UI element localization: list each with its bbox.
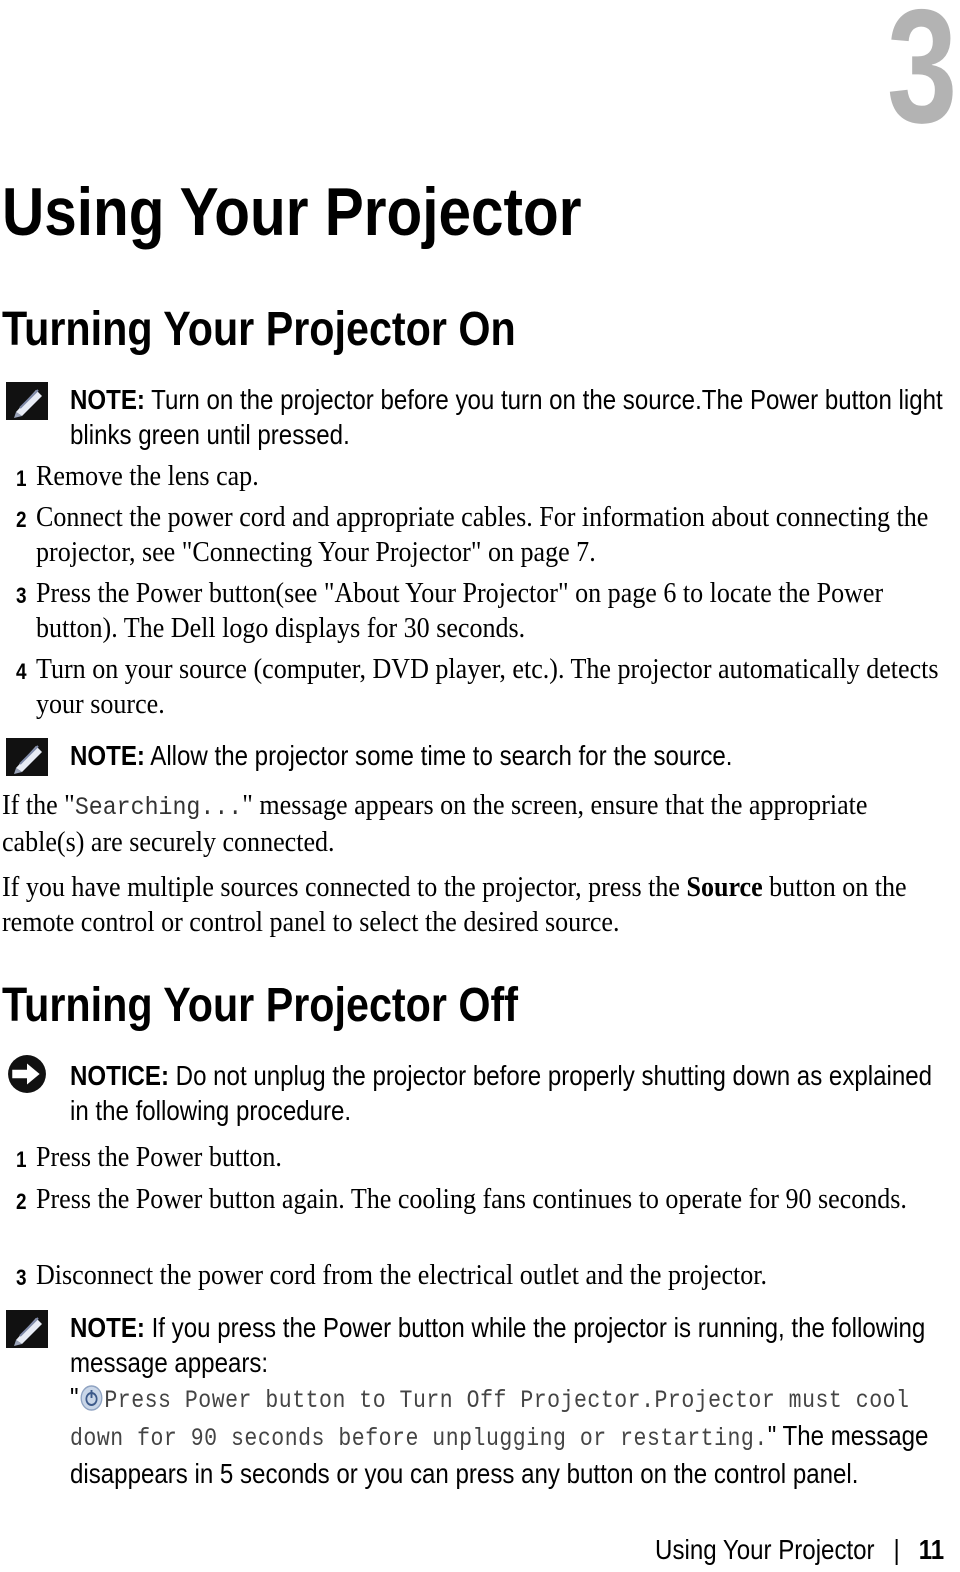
chapter-title: Using Your Projector bbox=[2, 174, 582, 250]
chapter-number: 3 bbox=[886, 0, 957, 157]
pencil-note-icon bbox=[6, 382, 48, 420]
notice-label: NOTICE: bbox=[70, 1060, 169, 1091]
note-text: Turn on the projector before you turn on… bbox=[70, 384, 943, 450]
power-icon bbox=[80, 1385, 103, 1411]
arrow-notice-icon bbox=[8, 1055, 46, 1093]
section-heading-turning-on: Turning Your Projector On bbox=[2, 303, 516, 356]
note-text: If you press the Power button while the … bbox=[70, 1312, 926, 1378]
page-number: 11 bbox=[918, 1534, 944, 1565]
note-text: Allow the projector some time to search … bbox=[144, 740, 733, 771]
footer-title: Using Your Projector bbox=[654, 1534, 875, 1565]
paragraph-text: If you have multiple sources connected t… bbox=[2, 872, 687, 903]
section-heading-turning-off: Turning Your Projector Off bbox=[2, 979, 518, 1032]
step-number: 2 bbox=[16, 507, 27, 532]
step-text: Connect the power cord and appropriate c… bbox=[36, 502, 929, 568]
step-text: Turn on your source (computer, DVD playe… bbox=[36, 654, 939, 720]
step-text: Remove the lens cap. bbox=[36, 461, 259, 492]
paragraph-multiple-sources: If you have multiple sources connected t… bbox=[2, 870, 951, 940]
note-label: NOTE: bbox=[70, 1312, 145, 1343]
searching-message-code: Searching... bbox=[74, 793, 243, 822]
page-footer: Using Your Projector | 11 bbox=[655, 1532, 944, 1568]
pencil-note-icon bbox=[6, 1310, 48, 1348]
step-number: 4 bbox=[16, 659, 27, 684]
step-number: 2 bbox=[16, 1189, 27, 1214]
step-text: Press the Power button again. The coolin… bbox=[36, 1184, 907, 1215]
footer-separator: | bbox=[893, 1534, 900, 1565]
step-number: 1 bbox=[16, 466, 27, 491]
note-label: NOTE: bbox=[70, 384, 145, 415]
step-text: Press the Power button(see "About Your P… bbox=[36, 578, 884, 644]
step-number: 3 bbox=[16, 1265, 27, 1290]
step-text: Press the Power button. bbox=[36, 1142, 282, 1173]
step-number: 3 bbox=[16, 583, 27, 608]
pencil-note-icon bbox=[6, 738, 48, 776]
step-text: Disconnect the power cord from the elect… bbox=[36, 1260, 768, 1291]
notice-text: Do not unplug the projector before prope… bbox=[70, 1060, 933, 1126]
step-number: 1 bbox=[16, 1147, 27, 1172]
source-button-label: Source bbox=[686, 872, 763, 903]
quote-mark: " bbox=[70, 1382, 79, 1413]
note-label: NOTE: bbox=[70, 740, 145, 771]
paragraph-searching: If the "Searching..." message appears on… bbox=[2, 788, 951, 860]
quote-mark: " bbox=[767, 1420, 777, 1451]
paragraph-text: If the " bbox=[2, 790, 75, 821]
